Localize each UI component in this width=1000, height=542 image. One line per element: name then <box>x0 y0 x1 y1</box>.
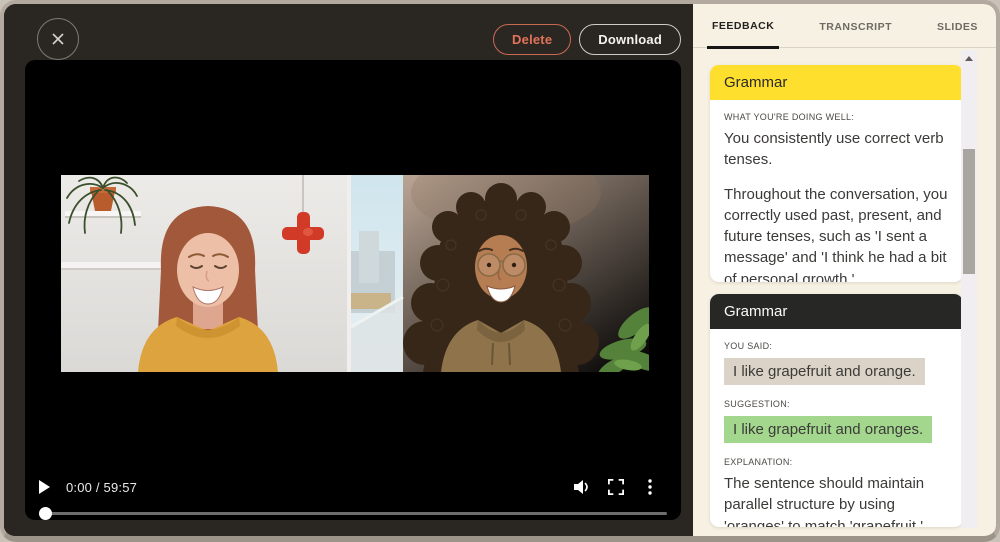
feedback-text: Throughout the conversation, you correct… <box>724 184 949 282</box>
fullscreen-button[interactable] <box>599 475 633 499</box>
feedback-text: You consistently use correct verb tenses… <box>724 128 949 171</box>
you-said-label: YOU SAID: <box>724 341 949 351</box>
feedback-panel: FEEDBACK TRANSCRIPT SLIDES CHAT Grammar … <box>693 4 996 536</box>
play-button[interactable] <box>39 480 50 494</box>
fullscreen-icon <box>608 479 624 495</box>
card-title: Grammar <box>710 294 963 329</box>
volume-button[interactable] <box>565 475 599 499</box>
download-button[interactable]: Download <box>579 24 681 55</box>
suggestion-highlight: I like grapefruit and oranges. <box>724 416 932 443</box>
time-display: 0:00 / 59:57 <box>66 480 137 495</box>
card-title: Grammar <box>710 65 963 100</box>
tab-bar: FEEDBACK TRANSCRIPT SLIDES CHAT <box>693 4 996 48</box>
explanation-label: EXPLANATION: <box>724 457 949 467</box>
app-window: Delete Download <box>0 0 1000 542</box>
close-button[interactable] <box>37 18 79 60</box>
doing-well-label: WHAT YOU'RE DOING WELL: <box>724 112 949 122</box>
video-frame[interactable] <box>61 175 649 372</box>
panel-scrollbar[interactable] <box>961 50 977 528</box>
suggestion-label: SUGGESTION: <box>724 399 949 409</box>
video-controls: 0:00 / 59:57 <box>25 470 681 520</box>
more-options-button[interactable] <box>633 475 667 499</box>
scroll-up-icon <box>965 56 973 61</box>
video-player[interactable]: 0:00 / 59:57 <box>25 60 681 520</box>
video-participant-left <box>61 175 351 372</box>
tab-transcript[interactable]: TRANSCRIPT <box>814 4 897 47</box>
tab-feedback[interactable]: FEEDBACK <box>707 4 779 49</box>
close-icon <box>50 31 66 47</box>
feedback-card-correction: Grammar YOU SAID: I like grapefruit and … <box>710 294 963 527</box>
video-section: Delete Download <box>4 4 693 536</box>
video-participant-right <box>351 175 649 372</box>
delete-button[interactable]: Delete <box>493 24 571 55</box>
toolbar: Delete Download <box>493 24 681 55</box>
seek-bar[interactable] <box>39 506 667 520</box>
more-options-icon <box>647 478 653 496</box>
you-said-highlight: I like grapefruit and orange. <box>724 358 925 385</box>
tab-slides[interactable]: SLIDES <box>932 4 983 47</box>
feedback-card-positive: Grammar WHAT YOU'RE DOING WELL: You cons… <box>710 65 963 282</box>
feedback-card-list: Grammar WHAT YOU'RE DOING WELL: You cons… <box>693 48 996 536</box>
scrollbar-thumb[interactable] <box>963 149 975 274</box>
seek-track[interactable] <box>39 512 667 515</box>
explanation-text: The sentence should maintain parallel st… <box>724 473 949 527</box>
seek-handle[interactable] <box>39 507 52 520</box>
scroll-up-button[interactable] <box>961 50 977 67</box>
volume-icon <box>573 479 592 495</box>
